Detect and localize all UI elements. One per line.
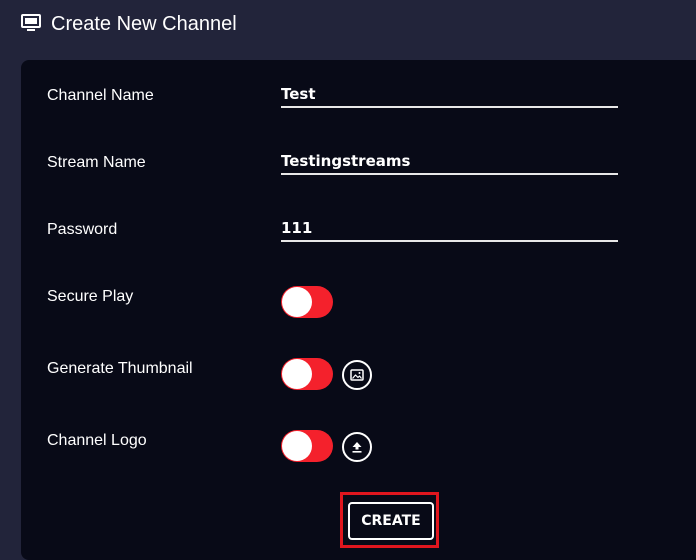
create-channel-form: [21, 60, 696, 560]
password-label: Password: [47, 221, 118, 238]
thumbnail-image-button[interactable]: [342, 360, 372, 390]
secure-play-label: Secure Play: [47, 288, 134, 305]
page-header: Create New Channel: [0, 0, 696, 52]
channel-name-label: Channel Name: [47, 87, 154, 104]
upload-icon: [351, 441, 363, 453]
generate-thumbnail-toggle[interactable]: [281, 358, 333, 390]
stream-name-input[interactable]: Testingstreams: [281, 151, 618, 175]
secure-play-toggle[interactable]: [281, 286, 333, 318]
channel-logo-label: Channel Logo: [47, 432, 147, 449]
create-button[interactable]: CREATE: [348, 502, 434, 540]
password-input[interactable]: 111: [281, 218, 618, 242]
toggle-knob: [282, 287, 312, 317]
toggle-knob: [282, 359, 312, 389]
toggle-knob: [282, 431, 312, 461]
page-title: Create New Channel: [51, 13, 237, 35]
stream-name-label: Stream Name: [47, 154, 146, 171]
monitor-icon: [21, 14, 41, 32]
channel-logo-toggle[interactable]: [281, 430, 333, 462]
image-icon: [350, 369, 364, 381]
channel-name-input[interactable]: Test: [281, 84, 618, 108]
logo-upload-button[interactable]: [342, 432, 372, 462]
generate-thumbnail-label: Generate Thumbnail: [47, 360, 193, 377]
